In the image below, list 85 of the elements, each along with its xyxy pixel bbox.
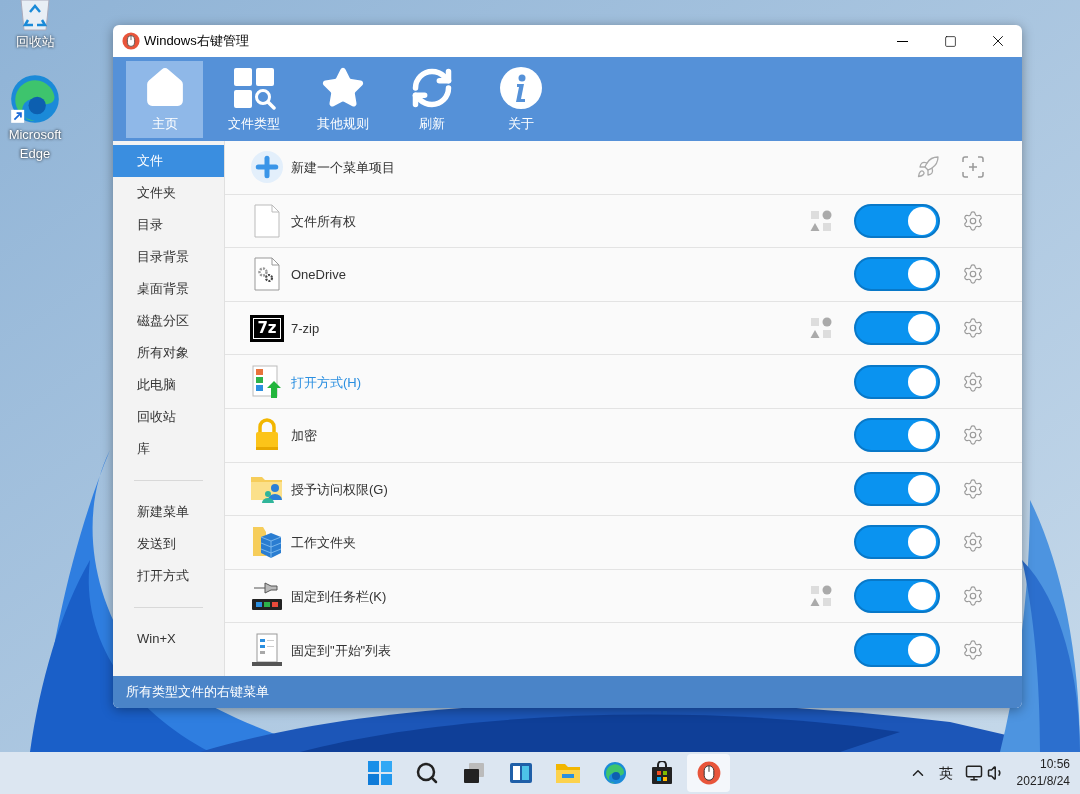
window-title: Windows右键管理 [144, 32, 249, 51]
toggle-switch[interactable] [854, 364, 940, 399]
task-view-icon [461, 761, 486, 785]
row-label: 固定到"开始"列表 [291, 642, 392, 658]
grid-search-icon [231, 66, 276, 110]
new-item-label[interactable]: 新建一个菜单项目 [291, 157, 395, 178]
add-frame-icon[interactable] [962, 156, 984, 179]
toggle-switch[interactable] [854, 579, 940, 614]
settings-icon[interactable] [962, 317, 984, 340]
browser-icon [602, 761, 627, 785]
clock-date[interactable]: 2021/8/24 [1016, 773, 1070, 790]
sidebar-item[interactable]: 新建菜单 [113, 496, 224, 528]
shapes-icon[interactable] [810, 317, 832, 340]
settings-icon[interactable] [962, 531, 984, 554]
folder-icon [554, 761, 581, 785]
logo-icon: 7z [250, 314, 284, 342]
lock-icon [254, 418, 280, 453]
work-folder-icon [251, 525, 283, 560]
sidebar-item[interactable]: 目录 [113, 209, 224, 241]
list-row[interactable]: 工作文件夹 [225, 516, 1022, 570]
sidebar-item[interactable]: 所有对象 [113, 337, 224, 369]
sidebar-item[interactable]: 磁盘分区 [113, 305, 224, 337]
list-row[interactable]: 7z 7-zip [225, 301, 1022, 356]
start-list-icon [251, 632, 283, 667]
sidebar-item[interactable]: 文件夹 [113, 177, 224, 209]
row-label: 加密 [291, 428, 317, 444]
minimize-icon [896, 40, 908, 42]
sidebar-item[interactable]: 回收站 [113, 401, 224, 433]
shapes-icon[interactable] [810, 209, 832, 232]
sidebar-item[interactable]: 打开方式 [113, 560, 224, 592]
sidebar-item[interactable]: 桌面背景 [113, 273, 224, 305]
sidebar-item[interactable]: 库 [113, 433, 224, 465]
row-label: OneDrive [291, 267, 346, 283]
toggle-switch[interactable] [854, 257, 940, 292]
settings-icon[interactable] [962, 585, 984, 608]
mouse-icon [696, 761, 721, 785]
open-with-icon [252, 364, 282, 399]
file-icon [254, 203, 280, 238]
toggle-switch[interactable] [854, 311, 940, 346]
plus-icon [251, 151, 283, 184]
app-button[interactable] [687, 754, 730, 792]
search-icon [414, 761, 439, 785]
toggle-switch[interactable] [854, 525, 940, 560]
windows-logo-icon [367, 761, 392, 785]
clock-time[interactable]: 10:56 [1039, 756, 1070, 773]
sidebar-item[interactable]: 此电脑 [113, 369, 224, 401]
toggle-switch[interactable] [854, 418, 940, 453]
row-label: 打开方式(H) [291, 374, 362, 390]
status-text: 所有类型文件的右键菜单 [126, 683, 269, 702]
row-label: 文件所有权 [291, 213, 356, 229]
widgets-icon [508, 761, 533, 785]
toggle-switch[interactable] [854, 471, 940, 506]
settings-icon[interactable] [962, 263, 984, 286]
maximize-icon [943, 34, 957, 48]
list-row[interactable]: 固定到"开始"列表 [225, 623, 1022, 676]
row-label: 固定到任务栏(K) [291, 589, 387, 605]
sidebar-item[interactable]: 目录背景 [113, 241, 224, 273]
gear-file-icon [254, 257, 280, 292]
list-row[interactable]: 授予访问权限(G) [225, 462, 1022, 517]
settings-icon[interactable] [962, 477, 984, 500]
settings-icon[interactable] [962, 424, 984, 447]
row-label: 工作文件夹 [291, 535, 356, 551]
settings-icon[interactable] [962, 370, 984, 393]
input-method[interactable]: 英 [938, 762, 953, 784]
store-bag-icon [649, 761, 674, 785]
recycle-bin-icon[interactable] [17, 0, 53, 32]
rocket-icon[interactable] [916, 155, 940, 180]
sidebar-item[interactable]: Win+X [113, 623, 224, 655]
settings-icon[interactable] [962, 638, 984, 661]
info-icon [498, 66, 543, 110]
pin-taskbar-icon [251, 580, 283, 613]
list-row[interactable]: 固定到任务栏(K) [225, 569, 1022, 624]
shapes-icon[interactable] [810, 585, 832, 608]
toggle-switch[interactable] [854, 203, 940, 238]
list-row[interactable]: OneDrive [225, 248, 1022, 302]
browser-icon[interactable] [9, 73, 61, 125]
app-icon [122, 32, 140, 50]
row-label: 授予访问权限(G) [291, 481, 388, 497]
row-label: 7-zip [291, 321, 320, 337]
list-row[interactable]: 加密 [225, 408, 1022, 463]
list-row[interactable]: 文件所有权 [225, 194, 1022, 249]
settings-icon[interactable] [962, 209, 984, 232]
toggle-switch[interactable] [854, 632, 940, 667]
network-icon[interactable] [964, 764, 983, 782]
sidebar-item[interactable]: 发送到 [113, 528, 224, 560]
